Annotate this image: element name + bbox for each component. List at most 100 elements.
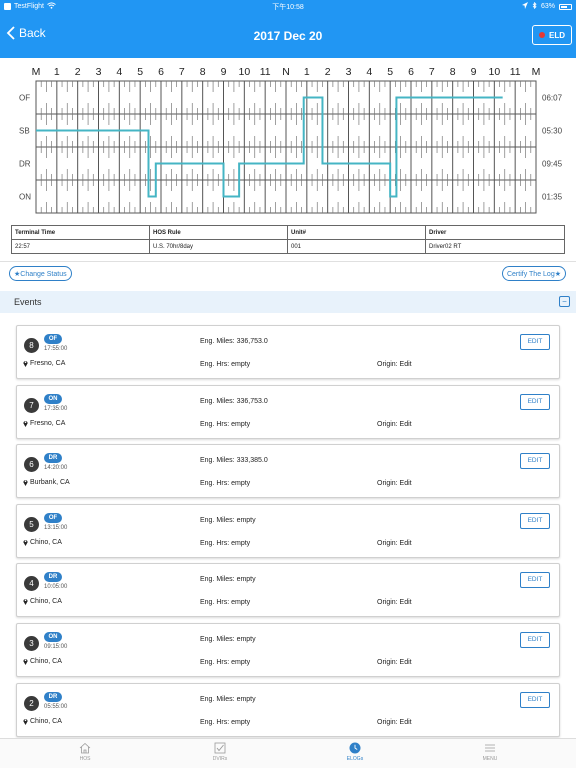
- event-time: 17:35:00: [44, 405, 68, 412]
- hour-label: 11: [510, 66, 521, 78]
- nav-bar: Back 2017 Dec 20 ELD: [0, 12, 576, 58]
- tab-menu-label: MENU: [482, 756, 498, 762]
- hour-label: 2: [75, 66, 81, 78]
- event-engine-miles: Eng. Miles: empty: [200, 636, 256, 643]
- event-location: Chino, CA: [23, 598, 62, 606]
- edit-event-button[interactable]: EDIT: [520, 393, 550, 410]
- hour-label: 9: [221, 66, 227, 78]
- event-location-label: Fresno, CA: [30, 360, 66, 367]
- event-card: 3 ON 09:15:00 Chino, CA Eng. Miles: empty Eng…: [16, 623, 560, 677]
- status-badge: DR: [44, 453, 62, 464]
- event-location: Fresno, CA: [23, 360, 65, 367]
- map-pin-icon: [23, 659, 28, 665]
- duty-row-label: ON: [19, 193, 31, 202]
- menu-icon: [485, 744, 495, 752]
- eld-label: ELD: [549, 30, 565, 40]
- event-location-label: Chino, CA: [30, 658, 62, 665]
- map-pin-icon: [23, 480, 28, 487]
- checkbox-icon: [214, 742, 226, 754]
- event-origin: Origin: Edit: [377, 480, 412, 488]
- events-title: Events: [14, 297, 42, 307]
- change-status-button[interactable]: ★Change Status: [9, 266, 72, 281]
- map-pin-icon: [23, 539, 28, 546]
- terminal-time-header: Terminal Time: [11, 225, 150, 240]
- hour-label: 9: [471, 66, 477, 78]
- status-badge: OF: [44, 334, 62, 344]
- hour-label: 4: [366, 66, 372, 78]
- event-location-label: Chino, CA: [30, 538, 62, 546]
- unit-value: 001: [287, 239, 426, 254]
- bluetooth-icon: [532, 1, 537, 11]
- duty-row-label: DR: [19, 160, 31, 169]
- tab-menu[interactable]: MENU: [460, 742, 520, 762]
- table-row: 22:57 U.S. 70hr/8day 001 Driver02 RT: [11, 239, 565, 254]
- hour-label: 10: [238, 66, 250, 78]
- location-arrow-icon: [521, 2, 528, 11]
- event-time: 17:55:00: [44, 346, 68, 352]
- hour-label: 8: [450, 66, 456, 78]
- status-badge: OF: [44, 512, 62, 523]
- event-card: 4 DR 10:05:00 Chino, CA Eng. Miles: empty Eng…: [16, 563, 560, 618]
- event-number: 3: [24, 636, 39, 651]
- table-header-row: Terminal Time HOS Rule Unit# Driver: [11, 225, 565, 240]
- eld-button[interactable]: ELD: [532, 25, 572, 45]
- edit-event-button[interactable]: EDIT: [520, 453, 550, 470]
- hour-label: 3: [346, 66, 352, 78]
- event-engine-miles: Eng. Miles: empty: [200, 516, 256, 524]
- hour-label: 3: [96, 66, 102, 78]
- certify-log-button[interactable]: Certify The Log★: [501, 266, 566, 281]
- event-card: 7 ON 17:35:00 Fresno, CA Eng. Miles: 336,753…: [16, 384, 560, 439]
- edit-event-button[interactable]: EDIT: [520, 512, 550, 529]
- edit-event-button[interactable]: EDIT: [520, 572, 550, 589]
- chevron-left-icon: [6, 26, 15, 40]
- event-card: 8 OF 17:55:00 Fresno, CA Eng. Miles: 336,753…: [16, 325, 560, 379]
- event-origin: Origin: Edit: [377, 659, 412, 666]
- edit-event-button[interactable]: EDIT: [520, 334, 550, 350]
- hos-rule-value: U.S. 70hr/8day: [149, 239, 288, 254]
- event-engine-hours: Eng. Hrs: empty: [200, 718, 251, 726]
- duty-row-total: 09:45: [542, 160, 563, 169]
- map-pin-icon: [23, 361, 28, 367]
- event-number: 5: [24, 516, 39, 532]
- event-location-label: Fresno, CA: [30, 419, 66, 427]
- hour-label: 5: [137, 66, 143, 78]
- back-button[interactable]: Back: [6, 26, 46, 40]
- tab-hos[interactable]: HOS: [55, 742, 115, 762]
- event-origin: Origin: Edit: [377, 361, 412, 368]
- event-engine-miles: Eng. Miles: empty: [200, 695, 256, 703]
- status-badge: DR: [44, 572, 62, 583]
- status-badge: ON: [44, 632, 62, 642]
- event-card: 2 DR 05:55:00 Chino, CA Eng. Miles: empty Eng…: [16, 682, 560, 737]
- event-origin: Origin: Edit: [377, 539, 412, 547]
- hour-label: 6: [158, 66, 164, 78]
- event-origin: Origin: Edit: [377, 420, 412, 428]
- event-engine-miles: Eng. Miles: 336,753.0: [200, 397, 268, 405]
- edit-event-button[interactable]: EDIT: [520, 632, 550, 648]
- duty-row-label: SB: [19, 127, 30, 136]
- event-number: 2: [24, 695, 39, 711]
- tab-elogs[interactable]: ELOGs: [325, 742, 385, 762]
- duty-row-total: 01:35: [542, 193, 563, 202]
- unit-header: Unit#: [287, 225, 426, 240]
- tab-dvirs[interactable]: DVIRs: [190, 742, 250, 762]
- event-engine-hours: Eng. Hrs: empty: [200, 361, 251, 368]
- map-pin-icon: [23, 599, 28, 606]
- event-origin: Origin: Edit: [377, 718, 412, 726]
- collapse-events-button[interactable]: −: [559, 296, 570, 307]
- event-time: 13:15:00: [44, 524, 68, 531]
- event-location-label: Chino, CA: [30, 717, 62, 725]
- hour-label: N: [282, 66, 290, 78]
- hour-label: M: [532, 66, 541, 78]
- event-engine-hours: Eng. Hrs: empty: [200, 599, 251, 607]
- tab-bar: HOS DVIRs ELOGs MENU: [0, 738, 576, 768]
- edit-event-button[interactable]: EDIT: [520, 691, 550, 708]
- eld-status-dot: [539, 32, 545, 38]
- battery-percent: 63%: [540, 3, 555, 10]
- event-card: 5 OF 13:15:00 Chino, CA Eng. Miles: empty Eng…: [16, 503, 560, 558]
- event-time: 09:15:00: [44, 644, 68, 650]
- battery-icon: [559, 3, 572, 10]
- event-number: 4: [24, 576, 39, 592]
- hour-label: 7: [429, 66, 435, 78]
- map-pin-icon: [23, 718, 28, 725]
- event-number: 6: [24, 457, 39, 473]
